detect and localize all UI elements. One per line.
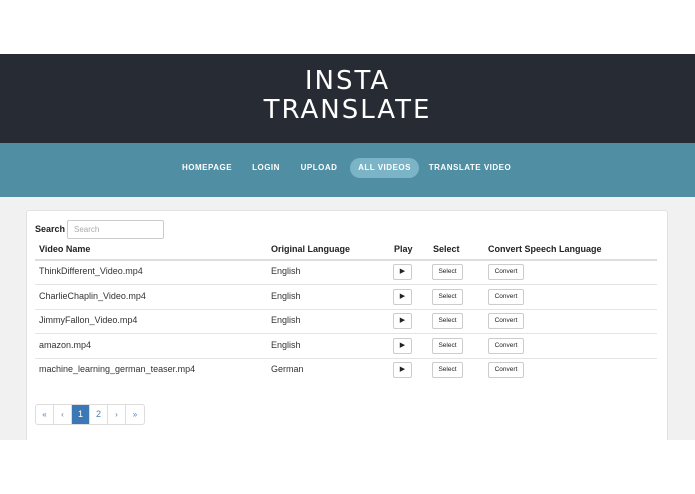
video-name-cell: CharlieChaplin_Video.mp4 — [39, 291, 146, 301]
play-button[interactable]: ▶ — [393, 362, 412, 378]
row-divider — [35, 284, 657, 285]
play-icon: ▶ — [399, 366, 406, 373]
play-icon: ▶ — [399, 342, 406, 349]
site-header: INSTA TRANSLATE — [0, 54, 695, 143]
pagination-first-button[interactable]: « — [36, 405, 54, 424]
search-input[interactable] — [67, 220, 164, 239]
nav-login[interactable]: LOGIN — [248, 158, 284, 178]
row-divider — [35, 309, 657, 310]
pagination-page-1[interactable]: 1 — [72, 405, 90, 424]
play-button[interactable]: ▶ — [393, 264, 412, 280]
select-button[interactable]: Select — [432, 338, 463, 354]
row-divider — [35, 358, 657, 359]
convert-button[interactable]: Convert — [488, 264, 524, 280]
header-original-language: Original Language — [271, 244, 351, 254]
play-button[interactable]: ▶ — [393, 289, 412, 305]
play-button[interactable]: ▶ — [393, 338, 412, 354]
top-margin — [0, 0, 695, 54]
language-cell: German — [271, 364, 304, 374]
video-name-cell: amazon.mp4 — [39, 340, 92, 350]
video-name-cell: JimmyFallon_Video.mp4 — [39, 315, 138, 325]
convert-button[interactable]: Convert — [488, 289, 524, 305]
play-icon: ▶ — [399, 317, 406, 324]
convert-button[interactable]: Convert — [488, 313, 524, 329]
site-logo-line2: TRANSLATE — [263, 95, 432, 125]
header-select: Select — [433, 244, 460, 254]
pagination-page-2[interactable]: 2 — [90, 405, 108, 424]
header-convert-speech-language: Convert Speech Language — [488, 244, 602, 254]
bottom-margin — [0, 440, 695, 494]
play-button[interactable]: ▶ — [393, 313, 412, 329]
select-button[interactable]: Select — [432, 289, 463, 305]
language-cell: English — [271, 315, 301, 325]
nav-all-videos[interactable]: ALL VIDEOS — [350, 158, 419, 178]
table-header-divider — [35, 259, 657, 261]
nav-homepage[interactable]: HOMEPAGE — [178, 158, 236, 178]
header-play: Play — [394, 244, 413, 254]
convert-button[interactable]: Convert — [488, 362, 524, 378]
video-name-cell: ThinkDifferent_Video.mp4 — [39, 266, 143, 276]
main-nav: HOMEPAGE LOGIN UPLOAD ALL VIDEOS TRANSLA… — [0, 143, 695, 197]
language-cell: English — [271, 266, 301, 276]
play-icon: ▶ — [399, 268, 406, 275]
pagination: « ‹ 1 2 › » — [35, 404, 145, 425]
language-cell: English — [271, 340, 301, 350]
pagination-next-button[interactable]: › — [108, 405, 126, 424]
header-video-name: Video Name — [39, 244, 91, 254]
play-icon: ▶ — [399, 293, 406, 300]
nav-upload[interactable]: UPLOAD — [297, 158, 341, 178]
row-divider — [35, 333, 657, 334]
pagination-prev-button[interactable]: ‹ — [54, 405, 72, 424]
language-cell: English — [271, 291, 301, 301]
select-button[interactable]: Select — [432, 362, 463, 378]
site-logo-line1: INSTA — [304, 66, 391, 96]
nav-translate-video[interactable]: TRANSLATE VIDEO — [428, 158, 512, 178]
video-name-cell: machine_learning_german_teaser.mp4 — [39, 364, 196, 374]
pagination-last-button[interactable]: » — [126, 405, 144, 424]
convert-button[interactable]: Convert — [488, 338, 524, 354]
select-button[interactable]: Select — [432, 313, 463, 329]
search-label: Search — [35, 224, 66, 234]
select-button[interactable]: Select — [432, 264, 463, 280]
